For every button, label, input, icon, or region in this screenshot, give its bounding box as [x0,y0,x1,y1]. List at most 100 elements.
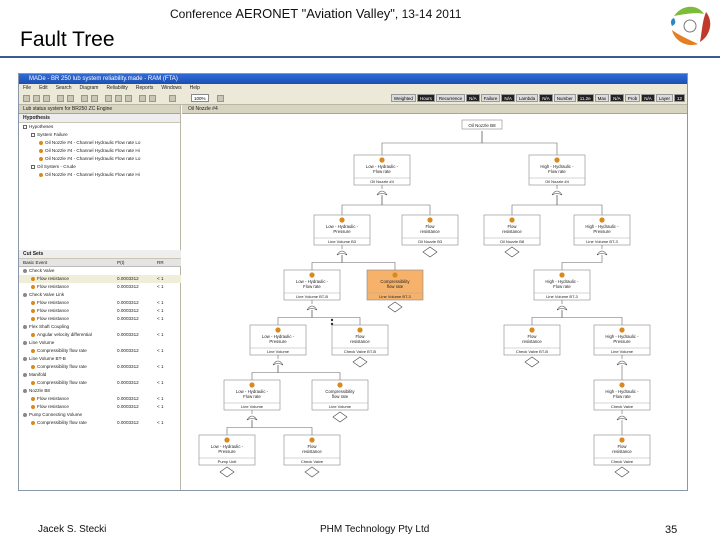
filter-icon[interactable] [169,95,176,102]
undo-icon[interactable] [57,95,64,102]
tree-item-label: Oil Nozzle #4 - Channel Hydraulic Flow r… [45,156,141,161]
status-cell: Prob [624,94,641,102]
status-cell: 12 [673,94,685,102]
tree-item[interactable]: Hypotheses [19,123,180,131]
cut-set-row[interactable]: Compressibility flow rate 0.0003312 < 1 [19,419,181,427]
tree-connector [341,255,396,270]
cut-set-label: Angular velocity differential [37,332,92,337]
tree-item[interactable]: Oil Nozzle #4 - Channel Hydraulic Flow r… [19,171,180,179]
cut-set-row[interactable]: Compressibility flow rate 0.0003312 < 1 [19,363,181,371]
tree-item[interactable]: Oil System - Crude [19,163,180,171]
failure-icon [509,217,515,223]
fault-tree-diagram[interactable]: Oil Nozzle B8Low - Hydraulic -Flow rateO… [182,115,687,491]
col-probability: P(t) [117,260,125,265]
cut-set-row[interactable]: Flow resistance 0.0003312 < 1 [19,299,181,307]
fault-event-component: Line Volume B3 [328,239,357,244]
fault-event-component: Line Volume [267,349,290,354]
cut-set-row[interactable]: Check Valve Link [19,291,181,299]
layout-icon[interactable] [105,95,112,102]
zoom-in-icon[interactable] [139,95,146,102]
failure-icon [339,217,345,223]
component-icon [23,388,27,393]
print-icon[interactable] [43,95,50,102]
zoom-select[interactable]: 100% [191,94,209,102]
menu-item-edit[interactable]: Edit [39,84,48,93]
failure-icon [31,276,35,281]
fault-event-component: Check Valve [301,459,324,464]
fault-event-component: Line Volume [329,404,352,409]
cut-set-row[interactable]: Line Volume [19,339,181,347]
cut-set-probability: 0.0003312 [117,348,139,353]
tree-item[interactable]: System Failure [19,131,180,139]
cut-set-row[interactable]: Pump Connecting Volume [19,411,181,419]
zoom-out-icon[interactable] [149,95,156,102]
cut-set-rr: < 1 [157,308,164,313]
menu-item-reliability[interactable]: Reliability [106,84,127,93]
component-icon [23,292,27,297]
tree-connector [556,195,603,215]
undeveloped-event-icon [304,466,320,478]
cut-set-label: Nozzle B8 [29,388,50,393]
cut-set-row[interactable]: Flow resistance 0.0003312 < 1 [19,283,181,291]
menu-item-help[interactable]: Help [190,84,200,93]
failure-icon [39,148,43,153]
redo-icon[interactable] [67,95,74,102]
cut-set-row[interactable]: Flex Shaft Coupling [19,323,181,331]
checkbox-icon[interactable] [23,124,27,129]
menu-item-reports[interactable]: Reports [136,84,154,93]
tree-item[interactable]: Oil Nozzle #4 - Channel Hydraulic Flow r… [19,155,180,163]
cut-set-row[interactable]: Flow resistance 0.0003312 < 1 [19,315,181,323]
stop-icon[interactable] [91,95,98,102]
fit-icon[interactable] [217,95,224,102]
project-tab[interactable]: Lub status system for BR250 ZC Engine [19,105,180,114]
cut-set-row[interactable]: Flow resistance 0.0003312 < 1 [19,307,181,315]
cut-set-row[interactable]: Check Valve [19,267,181,275]
cut-set-rr: < 1 [157,284,164,289]
top-event-label: Oil Nozzle B8 [468,123,496,128]
new-icon[interactable] [23,95,30,102]
save-icon[interactable] [33,95,40,102]
cut-set-row[interactable]: Line Volume BT-B [19,355,181,363]
slide-title: Fault Tree [20,28,115,51]
undeveloped-event-icon [332,411,348,423]
fault-event-component: Oil Nozzle #4 [370,179,395,184]
failure-icon [31,308,35,313]
cut-set-row[interactable]: Nozzle B8 [19,387,181,395]
cut-set-row[interactable]: Compressibility flow rate 0.0003312 < 1 [19,347,181,355]
cut-set-label: Pump Connecting Volume [29,412,83,417]
menu-item-search[interactable]: Search [56,84,72,93]
status-cell: Number [553,94,576,102]
export-icon[interactable] [125,95,132,102]
menu-item-file[interactable]: File [23,84,31,93]
tree-connector [311,255,343,270]
cut-set-row[interactable]: Manifold [19,371,181,379]
failure-icon [392,272,398,278]
cut-set-probability: 0.0003312 [117,332,139,337]
cut-set-label: Line Volume BT-B [29,356,66,361]
cut-set-row[interactable]: Flow resistance 0.0003312 < 1 [19,403,181,411]
cut-set-row[interactable]: Flow resistance 0.0003312 < 1 [19,395,181,403]
checkbox-icon[interactable] [31,132,35,137]
menu-item-diagram[interactable]: Diagram [80,84,99,93]
checkbox-icon[interactable] [31,164,35,169]
component-icon [23,412,27,417]
cut-set-label: Compressibility flow rate [37,348,87,353]
tree-item[interactable]: Oil Nozzle #4 - Channel Hydraulic Flow r… [19,147,180,155]
or-gate-icon [556,305,568,311]
grid-icon[interactable] [115,95,122,102]
cut-set-row[interactable]: Angular velocity differential 0.0003312 < … [19,331,181,339]
fault-event-component: Check Valve [611,459,634,464]
component-icon [23,324,27,329]
editor-tab[interactable]: Oil Nozzle #4 [182,105,687,114]
cut-set-row[interactable]: Flow resistance 0.0003312 < 1 [19,275,181,283]
tree-item[interactable]: Oil Nozzle #4 - Channel Hydraulic Flow r… [19,139,180,147]
fault-event-component: Line Volume BT-B [296,294,328,299]
col-rr: RR [157,260,164,265]
tree-item-label: Oil Nozzle #4 - Channel Hydraulic Flow r… [45,140,141,145]
fault-event-component: Pump Unit [218,459,238,464]
cut-set-row[interactable]: Compressibility flow rate 0.0003312 < 1 [19,379,181,387]
run-icon[interactable] [81,95,88,102]
undeveloped-event-icon [504,246,520,258]
tree-connector [561,310,623,325]
menu-item-windows[interactable]: Windows [161,84,181,93]
